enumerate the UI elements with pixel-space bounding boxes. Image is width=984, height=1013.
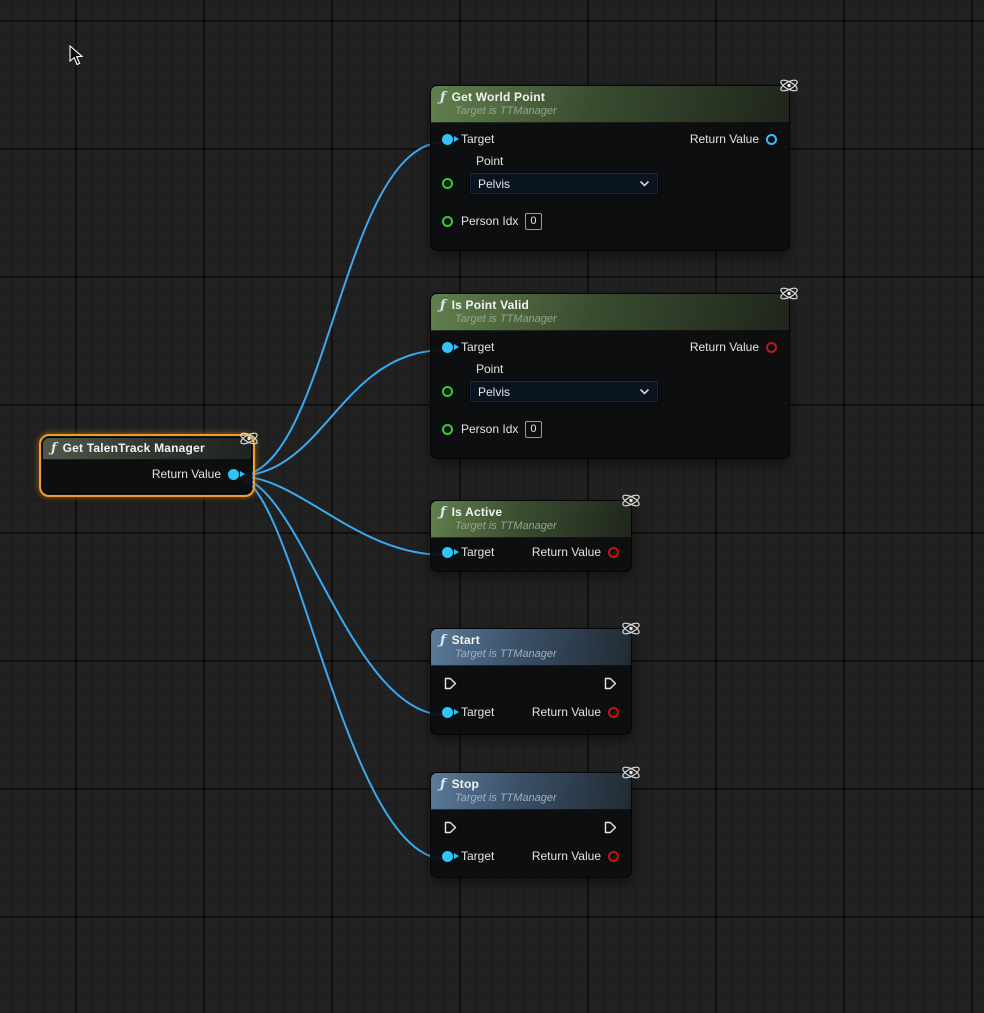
wire-manager-to-start (237, 477, 445, 715)
person-idx-input[interactable]: 0 (525, 421, 541, 438)
node-subtitle: Target is TTManager (455, 792, 622, 804)
wire-manager-to-stop (237, 477, 445, 859)
node-is-active[interactable]: ƒ Is Active Target is TTManager Target R… (430, 500, 632, 572)
return-value-output-pin[interactable] (608, 851, 619, 862)
function-icon: ƒ (440, 506, 446, 519)
exec-input-pin[interactable] (444, 821, 457, 837)
point-input-pin[interactable] (442, 178, 453, 189)
node-header[interactable]: ƒ Is Active Target is TTManager (431, 501, 631, 538)
dropdown-selected-value: Pelvis (478, 385, 510, 399)
node-stop[interactable]: ƒ Stop Target is TTManager Target Return… (430, 772, 632, 878)
pin-label: Target (461, 705, 494, 719)
person-idx-input-pin[interactable] (442, 424, 453, 435)
pin-label: Return Value (690, 132, 759, 146)
atom-icon (238, 429, 260, 448)
node-title: Get TalenTrack Manager (63, 441, 205, 455)
node-subtitle: Target is TTManager (455, 105, 780, 117)
wire-manager-to-is-point-valid (237, 350, 445, 476)
pin-label: Return Value (690, 340, 759, 354)
function-icon: ƒ (440, 299, 446, 312)
target-input-pin[interactable] (442, 547, 453, 558)
node-header[interactable]: ƒ Get TalenTrack Manager (43, 438, 251, 460)
pin-label: Target (461, 340, 494, 354)
target-input-pin[interactable] (442, 342, 453, 353)
node-title: Stop (452, 777, 479, 791)
target-input-pin[interactable] (442, 851, 453, 862)
node-is-point-valid[interactable]: ƒ Is Point Valid Target is TTManager Tar… (430, 293, 790, 459)
node-start[interactable]: ƒ Start Target is TTManager Target Retur… (430, 628, 632, 735)
point-dropdown[interactable]: Pelvis (469, 380, 659, 403)
return-value-output-pin[interactable] (766, 342, 777, 353)
blueprint-graph-canvas[interactable]: ƒ Get World Point Target is TTManager Ta… (0, 0, 984, 1013)
node-header[interactable]: ƒ Get World Point Target is TTManager (431, 86, 789, 123)
exec-input-pin[interactable] (444, 677, 457, 693)
pin-label: Target (461, 132, 494, 146)
node-title: Start (452, 633, 480, 647)
function-icon: ƒ (440, 91, 446, 104)
mouse-cursor (69, 45, 85, 72)
point-input-pin[interactable] (442, 386, 453, 397)
function-icon: ƒ (440, 778, 446, 791)
pin-label: Target (461, 545, 494, 559)
pin-label: Return Value (532, 849, 601, 863)
atom-icon (620, 763, 642, 782)
atom-icon (620, 619, 642, 638)
return-value-output-pin[interactable] (608, 707, 619, 718)
return-value-output-pin[interactable] (228, 469, 239, 480)
return-value-output-pin[interactable] (608, 547, 619, 558)
node-subtitle: Target is TTManager (455, 313, 780, 325)
node-get-talentrack-manager[interactable]: ƒ Get TalenTrack Manager Return Value (42, 437, 252, 494)
wire-manager-to-is-active (237, 476, 445, 555)
pin-label: Return Value (152, 467, 221, 481)
atom-icon (778, 76, 800, 95)
wire-manager-to-get-world-point (237, 142, 445, 476)
node-header[interactable]: ƒ Stop Target is TTManager (431, 773, 631, 810)
exec-output-pin[interactable] (604, 677, 617, 693)
pin-label: Person Idx (461, 422, 518, 436)
dropdown-selected-value: Pelvis (478, 177, 510, 191)
chevron-down-icon (639, 388, 650, 395)
pin-label: Person Idx (461, 214, 518, 228)
function-icon: ƒ (440, 634, 446, 647)
person-idx-input-pin[interactable] (442, 216, 453, 227)
pin-label: Target (461, 849, 494, 863)
node-title: Is Point Valid (452, 298, 529, 312)
return-value-output-pin[interactable] (766, 134, 777, 145)
node-header[interactable]: ƒ Start Target is TTManager (431, 629, 631, 666)
node-subtitle: Target is TTManager (455, 520, 622, 532)
point-dropdown[interactable]: Pelvis (469, 172, 659, 195)
function-icon: ƒ (51, 442, 57, 455)
node-header[interactable]: ƒ Is Point Valid Target is TTManager (431, 294, 789, 331)
node-title: Get World Point (452, 90, 545, 104)
node-subtitle: Target is TTManager (455, 648, 622, 660)
target-input-pin[interactable] (442, 134, 453, 145)
chevron-down-icon (639, 180, 650, 187)
pin-label: Return Value (532, 545, 601, 559)
pin-label: Return Value (532, 705, 601, 719)
pin-label: Point (476, 362, 777, 376)
node-title: Is Active (452, 505, 503, 519)
atom-icon (778, 284, 800, 303)
pin-label: Point (476, 154, 777, 168)
target-input-pin[interactable] (442, 707, 453, 718)
person-idx-input[interactable]: 0 (525, 213, 541, 230)
node-get-world-point[interactable]: ƒ Get World Point Target is TTManager Ta… (430, 85, 790, 251)
exec-output-pin[interactable] (604, 821, 617, 837)
atom-icon (620, 491, 642, 510)
